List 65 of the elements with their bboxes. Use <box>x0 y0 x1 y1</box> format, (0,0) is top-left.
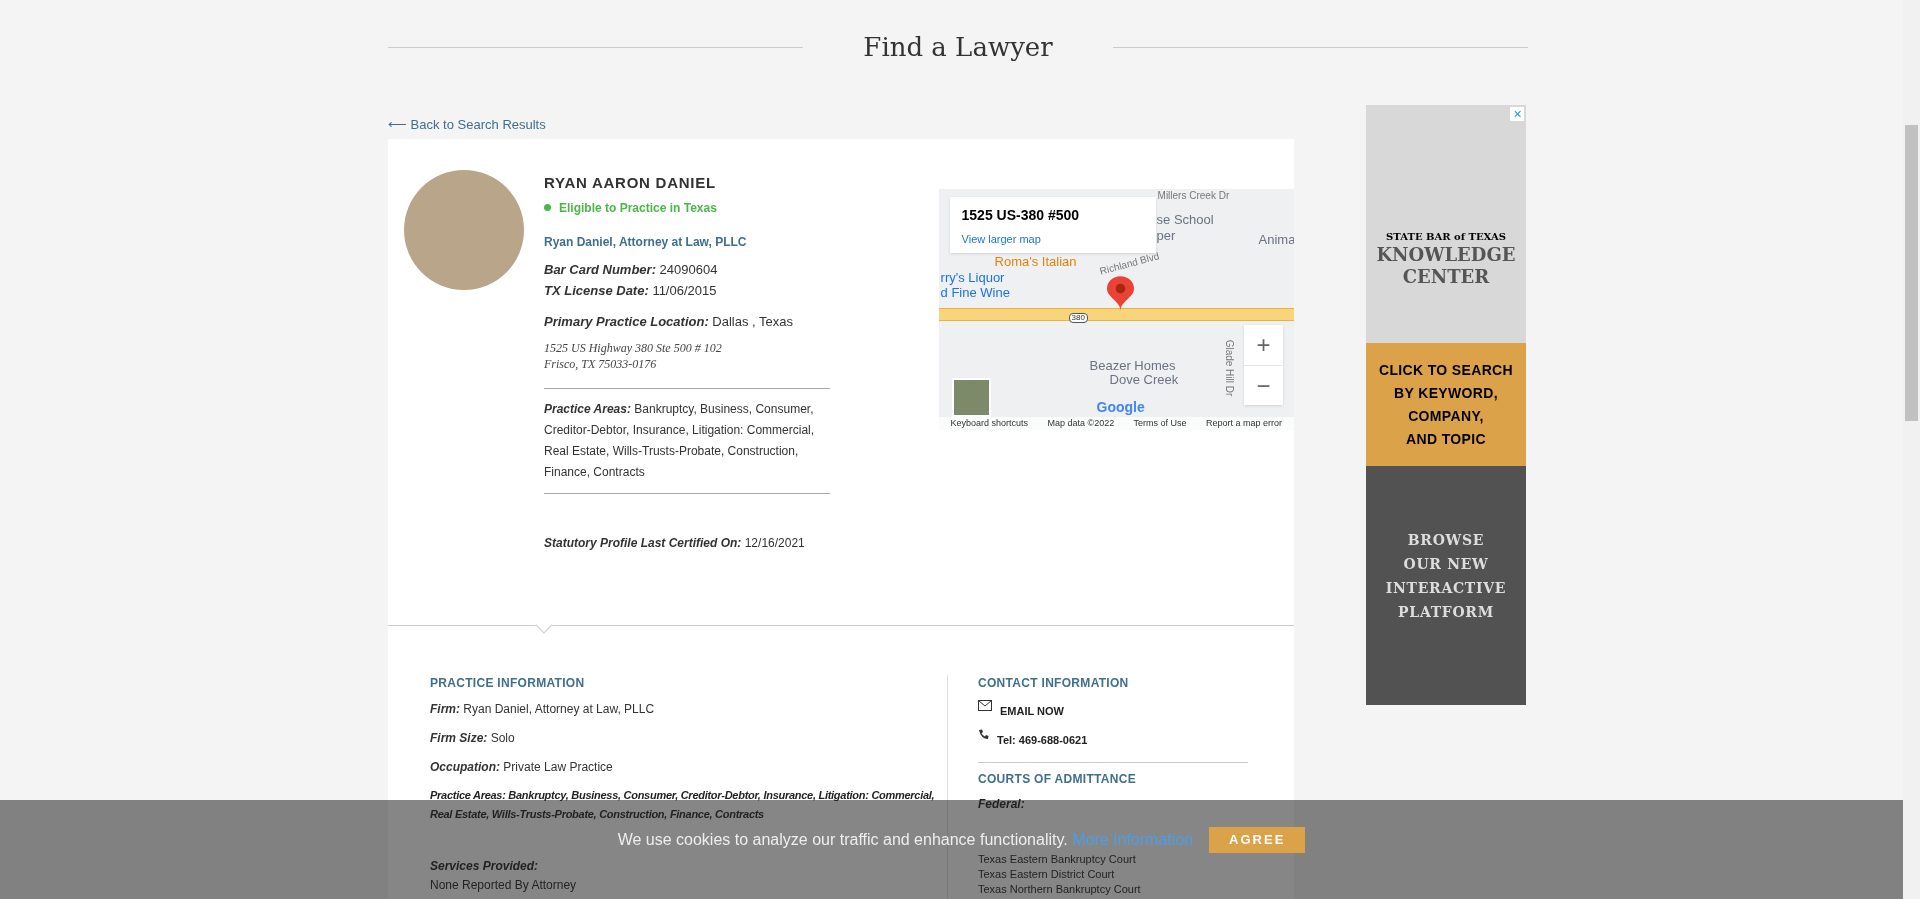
map-label: rry's Liquor <box>940 271 1005 284</box>
view-larger-map-link[interactable]: View larger map <box>961 233 1041 245</box>
contact-link[interactable]: Tel: 469-688-0621 <box>997 731 1088 748</box>
firm-link[interactable]: Ryan Daniel, Attorney at Law, PLLC <box>544 232 830 251</box>
map-pin-icon <box>1106 275 1134 312</box>
ad-call-to-action: COMPANY, <box>1408 406 1484 426</box>
contact-link[interactable]: EMAIL NOW <box>1000 703 1064 720</box>
ad-call-to-action: AND TOPIC <box>1406 429 1486 449</box>
map-label: d Fine Wine <box>940 286 1010 299</box>
map-footer-link[interactable]: Map data ©2022 <box>1047 416 1115 430</box>
certified-date: Statutory Profile Last Certified On: 12/16/2021 <box>544 534 806 552</box>
map-footer-link[interactable]: Keyboard shortcuts <box>950 416 1029 430</box>
ad-browse-text: INTERACTIVE <box>1385 579 1507 598</box>
profile-detail: Primary Practice Location: Dallas , Texas <box>544 312 795 331</box>
map-label: 380 <box>1068 313 1088 323</box>
cookie-message: We use cookies to analyze our traffic and enhance functionality. More Information <box>617 830 1194 849</box>
ad-browse-text: OUR NEW <box>1403 555 1489 574</box>
place-title: 1525 US-380 #500 <box>961 206 1081 225</box>
court-name: Texas Northern Bankruptcy Court <box>978 882 1142 897</box>
back-link[interactable]: ⟵ Back to Search Results <box>388 115 1294 135</box>
practice-field: Firm: Ryan Daniel, Attorney at Law, PLLC <box>430 699 939 719</box>
map-label: Richland Blvd <box>1098 251 1160 277</box>
court-name: Texas Eastern District Court <box>978 867 1116 882</box>
map[interactable] <box>938 189 1294 430</box>
satellite-thumbnail[interactable] <box>951 378 991 417</box>
page-title: Find a Lawyer <box>863 32 1053 62</box>
field-value: None Reported By Attorney <box>430 877 578 893</box>
map-label: per <box>1156 229 1176 242</box>
map-footer-link[interactable]: Terms of Use <box>1133 416 1187 430</box>
map-label: Dove Creek <box>1109 373 1179 386</box>
ad-brand: STATE BAR of TEXAS <box>1386 230 1506 244</box>
zoom-out-button[interactable]: − <box>1244 365 1283 405</box>
practice-areas: Practice Areas: Bankruptcy, Business, Consumer, Creditor-Debtor, Insurance, Litigation: Commercial, Real Estate, Wills-Trusts-Probate, Construction, Finance, Contracts <box>544 398 830 483</box>
phone-icon <box>978 728 989 740</box>
zoom-in-button[interactable]: + <box>1244 325 1283 365</box>
map-label: Glade Hill Dr <box>1223 339 1234 397</box>
field-label: Services Provided: <box>430 858 540 874</box>
profile-detail: Bar Card Number: 24090604 <box>544 260 719 279</box>
practice-field: Occupation: Private Law Practice <box>430 757 939 777</box>
map-label: Roma's Italian <box>994 255 1077 268</box>
ad-title: KNOWLEDGE <box>1376 244 1516 266</box>
eligibility-status: Eligible to Practice in Texas <box>559 199 717 217</box>
map-label: Beazer Homes <box>1089 359 1176 372</box>
ad-banner[interactable]: ✕ STATE BAR of TEXAS KNOWLEDGE CENTER CLICK TO SEARCH BY KEYWORD, COMPANY, AND TOPIC BROWSE OUR NEW INTERACTIVE PLATFORM <box>1366 105 1526 705</box>
profile-detail: TX License Date: 11/06/2015 <box>544 281 718 300</box>
court-name: Texas Eastern Bankruptcy Court <box>978 852 1137 867</box>
practice-field: Practice Areas: Bankruptcy, Business, Consumer, Creditor-Debtor, Insurance, Litigation: Commercial, Real Estate, Wills-Trusts-Probate, Construction, Finance, Contracts <box>430 786 939 824</box>
ad-browse-text: BROWSE <box>1407 531 1485 550</box>
map-footer-link[interactable]: Report a map error <box>1205 416 1282 430</box>
ad-browse-text: PLATFORM <box>1398 603 1494 622</box>
address-line: Frisco, TX 75033-0176 <box>544 355 658 372</box>
ad-call-to-action: BY KEYWORD, <box>1394 383 1498 403</box>
ad-call-to-action: CLICK TO SEARCH <box>1378 360 1514 380</box>
address-line: 1525 US Highway 380 Ste 500 # 102 <box>544 339 723 356</box>
map-logo: Google <box>1096 398 1145 417</box>
section-heading: COURTS OF ADMITTANCE <box>978 771 1137 787</box>
section-heading: CONTACT INFORMATION <box>978 675 1130 691</box>
court-group: Federal: <box>978 797 1288 811</box>
map-label: Millers Creek Dr <box>1157 191 1230 201</box>
ad-title: CENTER <box>1402 266 1490 288</box>
practice-field: Firm Size: Solo <box>430 728 939 748</box>
envelope-icon <box>978 700 992 711</box>
lawyer-name: RYAN AARON DANIEL <box>544 173 717 193</box>
section-heading: PRACTICE INFORMATION <box>430 675 586 691</box>
map-label: se School <box>1156 213 1214 226</box>
